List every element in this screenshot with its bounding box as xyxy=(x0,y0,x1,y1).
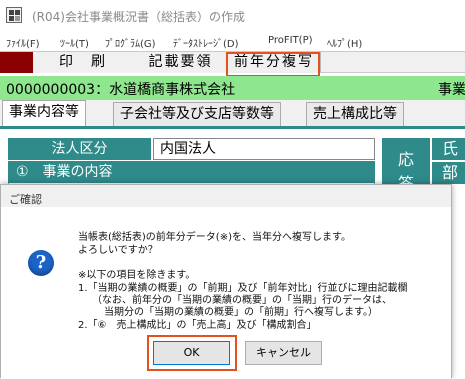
app-icon xyxy=(6,7,22,23)
company-right-label: 事業 xyxy=(438,82,465,98)
section-business-content: ① 事業の内容 xyxy=(8,161,375,183)
tab-sales-composition[interactable]: 売上構成比等 xyxy=(306,102,404,127)
window-title: (R04)会社事業概況書（総括表）の作成 xyxy=(32,10,245,24)
menu-data-storage[interactable]: ﾃﾞｰﾀｽﾄﾚｰｼﾞ(D) xyxy=(173,35,239,50)
menu-tools[interactable]: ﾂｰﾙ(T) xyxy=(60,35,89,50)
menu-help[interactable]: ﾍﾙﾌﾟ(H) xyxy=(327,35,362,50)
print-button[interactable]: 印 刷 xyxy=(33,52,134,73)
highlight-copy-prev-year xyxy=(226,52,320,77)
side-label-1: 応 xyxy=(397,150,414,169)
dialog-message-line-7: 2.「⑥ 売上構成比」の「売上高」及び「構成割合」 xyxy=(78,320,317,331)
corp-type-field[interactable]: 内国法人 xyxy=(153,138,375,160)
company-code-name: 0000000003：水道橋商事株式会社 xyxy=(6,82,236,98)
right-header-name: 氏 xyxy=(432,138,465,160)
menu-program[interactable]: ﾌﾟﾛｸﾞﾗﾑ(G) xyxy=(105,35,156,50)
menu-bar: ﾌｧｲﾙ(F) ﾂｰﾙ(T) ﾌﾟﾛｸﾞﾗﾑ(G) ﾃﾞｰﾀｽﾄﾚｰｼﾞ(D) … xyxy=(0,31,465,51)
toolbar-indicator xyxy=(0,52,33,73)
dialog-title: ご確認 xyxy=(9,193,42,206)
cancel-button[interactable]: キャンセル xyxy=(245,341,322,365)
tab-subsidiaries[interactable]: 子会社等及び支店等数等 xyxy=(113,102,281,127)
tab-underline xyxy=(0,126,465,129)
title-bar: (R04)会社事業概況書（総括表）の作成 xyxy=(0,0,465,31)
corp-type-label: 法人区分 xyxy=(8,138,151,160)
menu-file[interactable]: ﾌｧｲﾙ(F) xyxy=(6,35,40,50)
question-icon: ? xyxy=(28,250,54,276)
menu-profit[interactable]: ProFIT(P) xyxy=(268,35,313,46)
highlight-ok xyxy=(147,335,237,371)
tab-business-content[interactable]: 事業内容等 xyxy=(2,100,86,127)
tab-row: 事業内容等 子会社等及び支店等数等 売上構成比等 xyxy=(0,100,465,127)
company-bar: 0000000003：水道橋商事株式会社 事業 xyxy=(0,76,465,100)
entry-guide-button[interactable]: 記載要領 xyxy=(133,52,229,73)
right-header-dept: 部 xyxy=(432,162,465,184)
dialog-message-line-2: よろしいですか？ xyxy=(78,245,158,256)
